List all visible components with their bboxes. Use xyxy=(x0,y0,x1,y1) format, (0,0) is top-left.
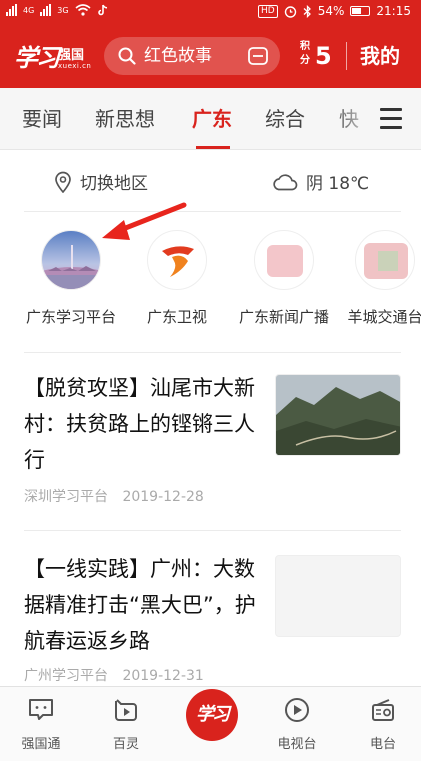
region-bar: 切换地区 阴 18℃ xyxy=(0,151,421,211)
wifi-icon xyxy=(75,4,91,16)
active-tab-indicator xyxy=(196,146,230,149)
clock: 21:15 xyxy=(376,4,411,18)
news-meta: 深圳学习平台 2019-12-28 xyxy=(24,486,214,506)
status-bar: 4G 3G HD 54% 21:15 xyxy=(0,0,421,24)
news-thumbnail[interactable] xyxy=(275,555,401,637)
news-item[interactable]: 【脱贫攻坚】汕尾市大新村：扶贫路上的铿锵三人行 深圳学习平台 2019-12-2… xyxy=(24,370,401,520)
tab-zonghe[interactable]: 综合 xyxy=(265,106,305,132)
nav-radio[interactable]: 电台 xyxy=(348,697,418,752)
news-source: 深圳学习平台 xyxy=(24,489,108,505)
tiktok-icon xyxy=(97,4,107,16)
network-type-left: 4G xyxy=(23,5,35,15)
news-source: 广州学习平台 xyxy=(24,668,108,684)
hd-badge: HD xyxy=(258,4,278,18)
nav-label: 电视台 xyxy=(277,737,317,752)
tab-yaowen[interactable]: 要闻 xyxy=(22,106,62,132)
platform-avatar xyxy=(147,230,207,290)
platform-guangdong-xuexi[interactable]: 广东学习平台 xyxy=(16,230,126,327)
tab-guangdong[interactable]: 广东 xyxy=(192,106,232,132)
platform-guangdong-radio[interactable]: 广东新闻广播 xyxy=(229,230,339,327)
news-item[interactable]: 【一线实践】广州：大数据精准打击“黑大巴”，护航春运返乡路 广州学习平台 201… xyxy=(24,551,401,686)
channel-tabs: 要闻 新思想 广东 综合 快 xyxy=(0,88,421,150)
news-date: 2019-12-31 xyxy=(122,668,204,684)
location-pin-icon xyxy=(55,171,71,193)
platform-avatar xyxy=(41,230,101,290)
battery-icon xyxy=(350,6,371,16)
header-divider xyxy=(346,42,347,70)
news-date: 2019-12-28 xyxy=(122,489,204,505)
radio-icon xyxy=(372,699,394,721)
points-value: 5 xyxy=(315,42,332,70)
news-title[interactable]: 【脱贫攻坚】汕尾市大新村：扶贫路上的铿锵三人行 xyxy=(24,370,256,478)
local-platforms: 广东学习平台 广东卫视 广东新闻广播 羊城交通台 xyxy=(0,212,421,352)
nav-label: 强国通 xyxy=(21,737,61,752)
platform-name: 羊城交通台 xyxy=(347,308,421,326)
channel-menu-icon[interactable] xyxy=(380,108,404,130)
nav-bailing[interactable]: 百灵 xyxy=(91,697,161,752)
logo-name: 强国 xyxy=(58,48,85,63)
platform-avatar xyxy=(254,230,314,290)
chat-icon xyxy=(29,699,53,720)
bailing-icon xyxy=(115,699,137,721)
nav-xuexi-logo[interactable]: 学习 xyxy=(186,689,238,741)
search-icon xyxy=(118,47,136,65)
nav-label: 电台 xyxy=(369,737,396,752)
battery-percent: 54% xyxy=(317,4,345,18)
platform-name: 广东学习平台 xyxy=(25,308,116,326)
divider xyxy=(24,352,401,353)
network-type-right: 3G xyxy=(57,5,69,15)
scan-icon[interactable] xyxy=(248,47,268,65)
search-hint: 红色故事 xyxy=(144,46,212,66)
cloud-icon xyxy=(273,173,298,190)
nav-qiangguotong[interactable]: 强国通 xyxy=(6,697,76,752)
platform-yangcheng-traffic[interactable]: 羊城交通台 xyxy=(330,230,421,327)
tabs-fade xyxy=(332,88,376,149)
search-bar[interactable]: 红色故事 xyxy=(104,37,280,75)
bluetooth-icon xyxy=(303,4,311,18)
platform-name: 广东新闻广播 xyxy=(238,308,329,326)
play-icon xyxy=(285,698,309,722)
my-profile-button[interactable]: 我的 xyxy=(360,42,400,70)
nav-tv[interactable]: 电视台 xyxy=(262,697,332,752)
points-label: 积分 xyxy=(300,41,310,66)
app-header: 学习 强国 xuexi.cn 红色故事 积分 5 我的 xyxy=(0,24,421,88)
news-meta: 广州学习平台 2019-12-31 xyxy=(24,665,214,685)
divider xyxy=(24,530,401,531)
signal-icon xyxy=(6,4,17,16)
switch-region-button[interactable]: 切换地区 xyxy=(54,169,148,194)
app-logo[interactable]: 学习 强国 xuexi.cn xyxy=(14,36,94,76)
platform-name: 广东卫视 xyxy=(146,308,207,326)
weather-text: 阴 18℃ xyxy=(306,174,370,194)
platform-avatar xyxy=(355,230,415,290)
logo-script: 学习 xyxy=(14,43,60,72)
news-thumbnail[interactable] xyxy=(275,374,401,456)
bottom-nav: 强国通 百灵 学习 电视台 电台 xyxy=(0,686,421,761)
news-title[interactable]: 【一线实践】广州：大数据精准打击“黑大巴”，护航春运返乡路 xyxy=(24,551,256,659)
nav-label: 百灵 xyxy=(112,737,139,752)
platform-guangdong-tv[interactable]: 广东卫视 xyxy=(122,230,232,327)
logo-domain: xuexi.cn xyxy=(58,62,92,70)
tab-xinsixiang[interactable]: 新思想 xyxy=(95,106,155,132)
switch-region-label: 切换地区 xyxy=(80,174,148,194)
signal-icon-2 xyxy=(40,4,52,16)
weather-widget: 阴 18℃ xyxy=(272,169,369,194)
alarm-icon xyxy=(284,5,296,18)
